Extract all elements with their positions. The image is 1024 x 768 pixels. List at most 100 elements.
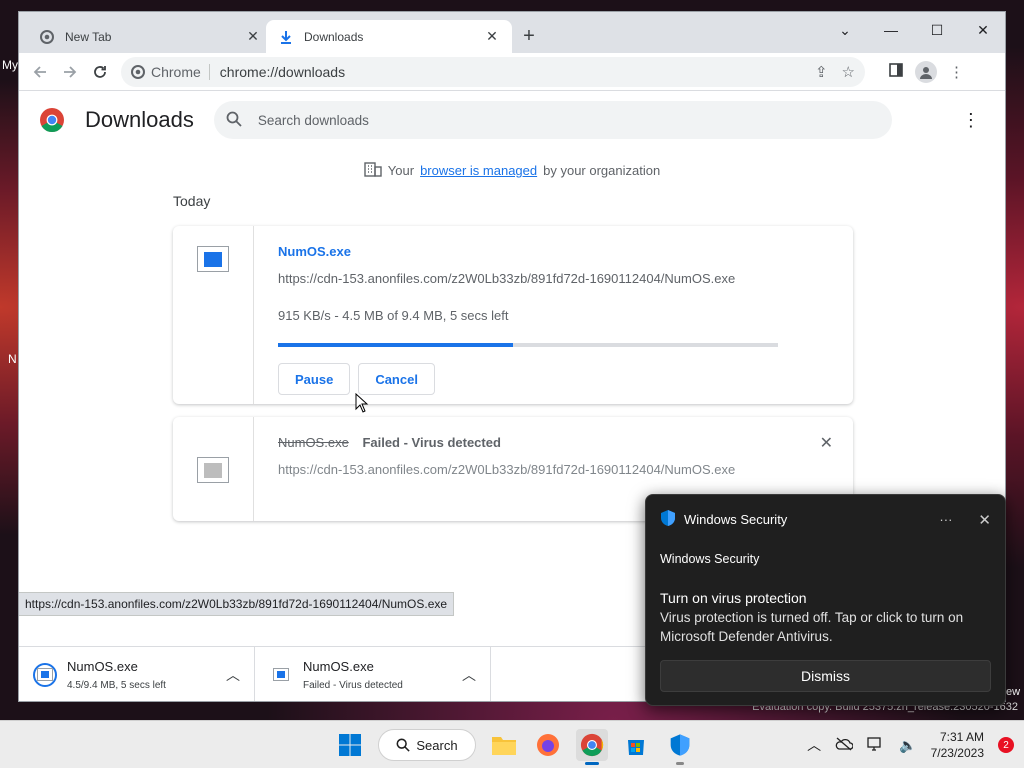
windows-security-notification[interactable]: Windows Security ··· ✕ Windows Security …	[645, 494, 1006, 706]
close-tab-icon[interactable]: ✕	[484, 28, 500, 45]
shelf-file-status: 4.5/9.4 MB, 5 secs left	[67, 679, 166, 691]
tab-label: Downloads	[304, 29, 364, 44]
browser-managed-link[interactable]: browser is managed	[420, 163, 537, 178]
close-tab-icon[interactable]: ✕	[245, 28, 261, 45]
site-chip-label: Chrome	[151, 63, 201, 80]
desktop-icon-label: My	[2, 58, 18, 72]
taskbar: Search ︿ 🔈 7:31 AM 7/23/2023 2	[0, 720, 1024, 768]
window-controls: ⌄ — ☐ ✕	[822, 16, 1005, 44]
download-file-name-link[interactable]: NumOS.exe	[278, 244, 829, 259]
toast-title: Turn on virus protection	[660, 590, 807, 606]
chrome-icon	[131, 64, 145, 79]
progress-fill	[278, 343, 513, 347]
shelf-file-status: Failed - Virus detected	[303, 679, 403, 691]
download-progress-bar	[278, 343, 778, 347]
status-bubble-url: https://cdn-153.anonfiles.com/z2W0Lb33zb…	[19, 592, 455, 616]
date-section-heading: Today	[173, 193, 211, 209]
notification-badge[interactable]: 2	[998, 737, 1014, 753]
start-button[interactable]	[334, 729, 366, 761]
clock[interactable]: 7:31 AM 7/23/2023	[931, 729, 984, 761]
search-placeholder: Search downloads	[257, 112, 369, 128]
search-downloads-field[interactable]: Search downloads	[213, 101, 892, 139]
download-item-active: NumOS.exe https://cdn-153.anonfiles.com/…	[173, 226, 853, 404]
back-button[interactable]	[25, 57, 55, 87]
firefox-icon[interactable]	[532, 729, 564, 761]
chrome-taskbar-icon[interactable]	[576, 729, 608, 765]
search-icon	[226, 111, 242, 130]
share-icon[interactable]: ⇪	[815, 63, 828, 81]
browser-toolbar: Chrome chrome://downloads ⇪ ☆ ⋮	[19, 53, 1005, 91]
toast-app-name: Windows Security	[684, 512, 788, 527]
toast-subtitle: Windows Security	[660, 552, 760, 566]
browser-menu-icon[interactable]: ⋮	[949, 63, 964, 81]
download-status: 915 KB/s - 4.5 MB of 9.4 MB, 5 secs left	[278, 308, 509, 323]
toast-message: Virus protection is turned off. Tap or c…	[660, 610, 964, 644]
mouse-cursor-icon	[355, 393, 369, 413]
chevron-up-icon[interactable]: ︿	[807, 735, 821, 755]
managed-prefix: Your	[387, 163, 415, 178]
chrome-logo-icon	[40, 108, 64, 133]
site-chip[interactable]: Chrome	[131, 63, 210, 80]
managed-notice: Your browser is managed by your organiza…	[19, 161, 1005, 180]
system-tray: ︿ 🔈 7:31 AM 7/23/2023 2	[807, 721, 1014, 768]
network-icon[interactable]	[867, 736, 885, 754]
more-options-icon[interactable]: ···	[939, 512, 952, 527]
chrome-icon	[39, 29, 55, 45]
download-progress-ring-icon	[33, 662, 57, 687]
more-options-icon[interactable]: ⋮	[962, 110, 980, 131]
tab-strip: New Tab ✕ Downloads ✕ + ⌄ — ☐ ✕	[19, 12, 1005, 53]
forward-button[interactable]	[55, 57, 85, 87]
shelf-item-active[interactable]: NumOS.exe 4.5/9.4 MB, 5 secs left ︿	[19, 647, 255, 701]
file-icon	[197, 246, 229, 272]
close-icon[interactable]: ✕	[978, 511, 991, 529]
tab-new-tab[interactable]: New Tab ✕	[27, 20, 273, 53]
remove-from-list-icon[interactable]: ✕	[820, 433, 833, 453]
maximize-button[interactable]: ☐	[914, 16, 960, 44]
desktop-text: ew	[1006, 686, 1021, 698]
shelf-item-failed[interactable]: NumOS.exe Failed - Virus detected ︿	[255, 647, 491, 701]
onedrive-offline-icon[interactable]	[835, 737, 854, 754]
profile-avatar-icon[interactable]	[915, 60, 937, 83]
address-bar[interactable]: Chrome chrome://downloads ⇪ ☆	[121, 56, 865, 87]
tab-search-icon[interactable]: ⌄	[822, 16, 868, 44]
shelf-file-name: NumOS.exe	[303, 658, 374, 674]
minimize-button[interactable]: —	[868, 16, 914, 44]
download-file-name: NumOS.exe	[278, 435, 349, 450]
windows-security-shield-icon	[660, 509, 676, 530]
page-title: Downloads	[85, 107, 194, 132]
managed-suffix: by your organization	[543, 163, 661, 178]
clock-time: 7:31 AM	[939, 730, 984, 744]
pause-button[interactable]: Pause	[278, 363, 351, 395]
url-text: chrome://downloads	[219, 63, 346, 80]
shelf-file-name: NumOS.exe	[67, 658, 138, 674]
cancel-button[interactable]: Cancel	[358, 363, 435, 395]
taskbar-search[interactable]: Search	[378, 729, 476, 761]
taskbar-search-label: Search	[416, 737, 458, 753]
dismiss-button[interactable]: Dismiss	[660, 660, 991, 692]
downloads-header: Downloads Search downloads ⋮	[19, 91, 1005, 149]
tab-downloads[interactable]: Downloads ✕	[266, 20, 512, 53]
new-tab-button[interactable]: +	[517, 25, 541, 48]
building-icon	[364, 161, 382, 180]
download-url[interactable]: https://cdn-153.anonfiles.com/z2W0Lb33zb…	[278, 271, 829, 286]
clock-date: 7/23/2023	[930, 746, 984, 760]
chevron-up-icon[interactable]: ︿	[226, 665, 240, 685]
download-url: https://cdn-153.anonfiles.com/z2W0Lb33zb…	[278, 462, 736, 477]
windows-security-taskbar-icon[interactable]	[664, 729, 696, 765]
chevron-up-icon[interactable]: ︿	[462, 665, 476, 685]
desktop-icon-label: N	[8, 352, 17, 366]
tab-label: New Tab	[65, 29, 112, 44]
side-panel-icon[interactable]	[889, 62, 903, 81]
failed-status: Failed - Virus detected	[362, 435, 501, 450]
windows-logo-icon	[339, 734, 361, 756]
file-icon	[269, 663, 293, 687]
bookmark-star-icon[interactable]: ☆	[842, 63, 855, 81]
search-icon	[396, 738, 411, 752]
reload-button[interactable]	[85, 57, 115, 87]
download-icon	[278, 29, 294, 45]
volume-icon[interactable]: 🔈	[899, 737, 916, 754]
microsoft-store-icon[interactable]	[620, 729, 652, 761]
file-explorer-icon[interactable]	[488, 729, 520, 761]
close-window-button[interactable]: ✕	[960, 16, 1005, 44]
file-icon	[197, 457, 229, 483]
